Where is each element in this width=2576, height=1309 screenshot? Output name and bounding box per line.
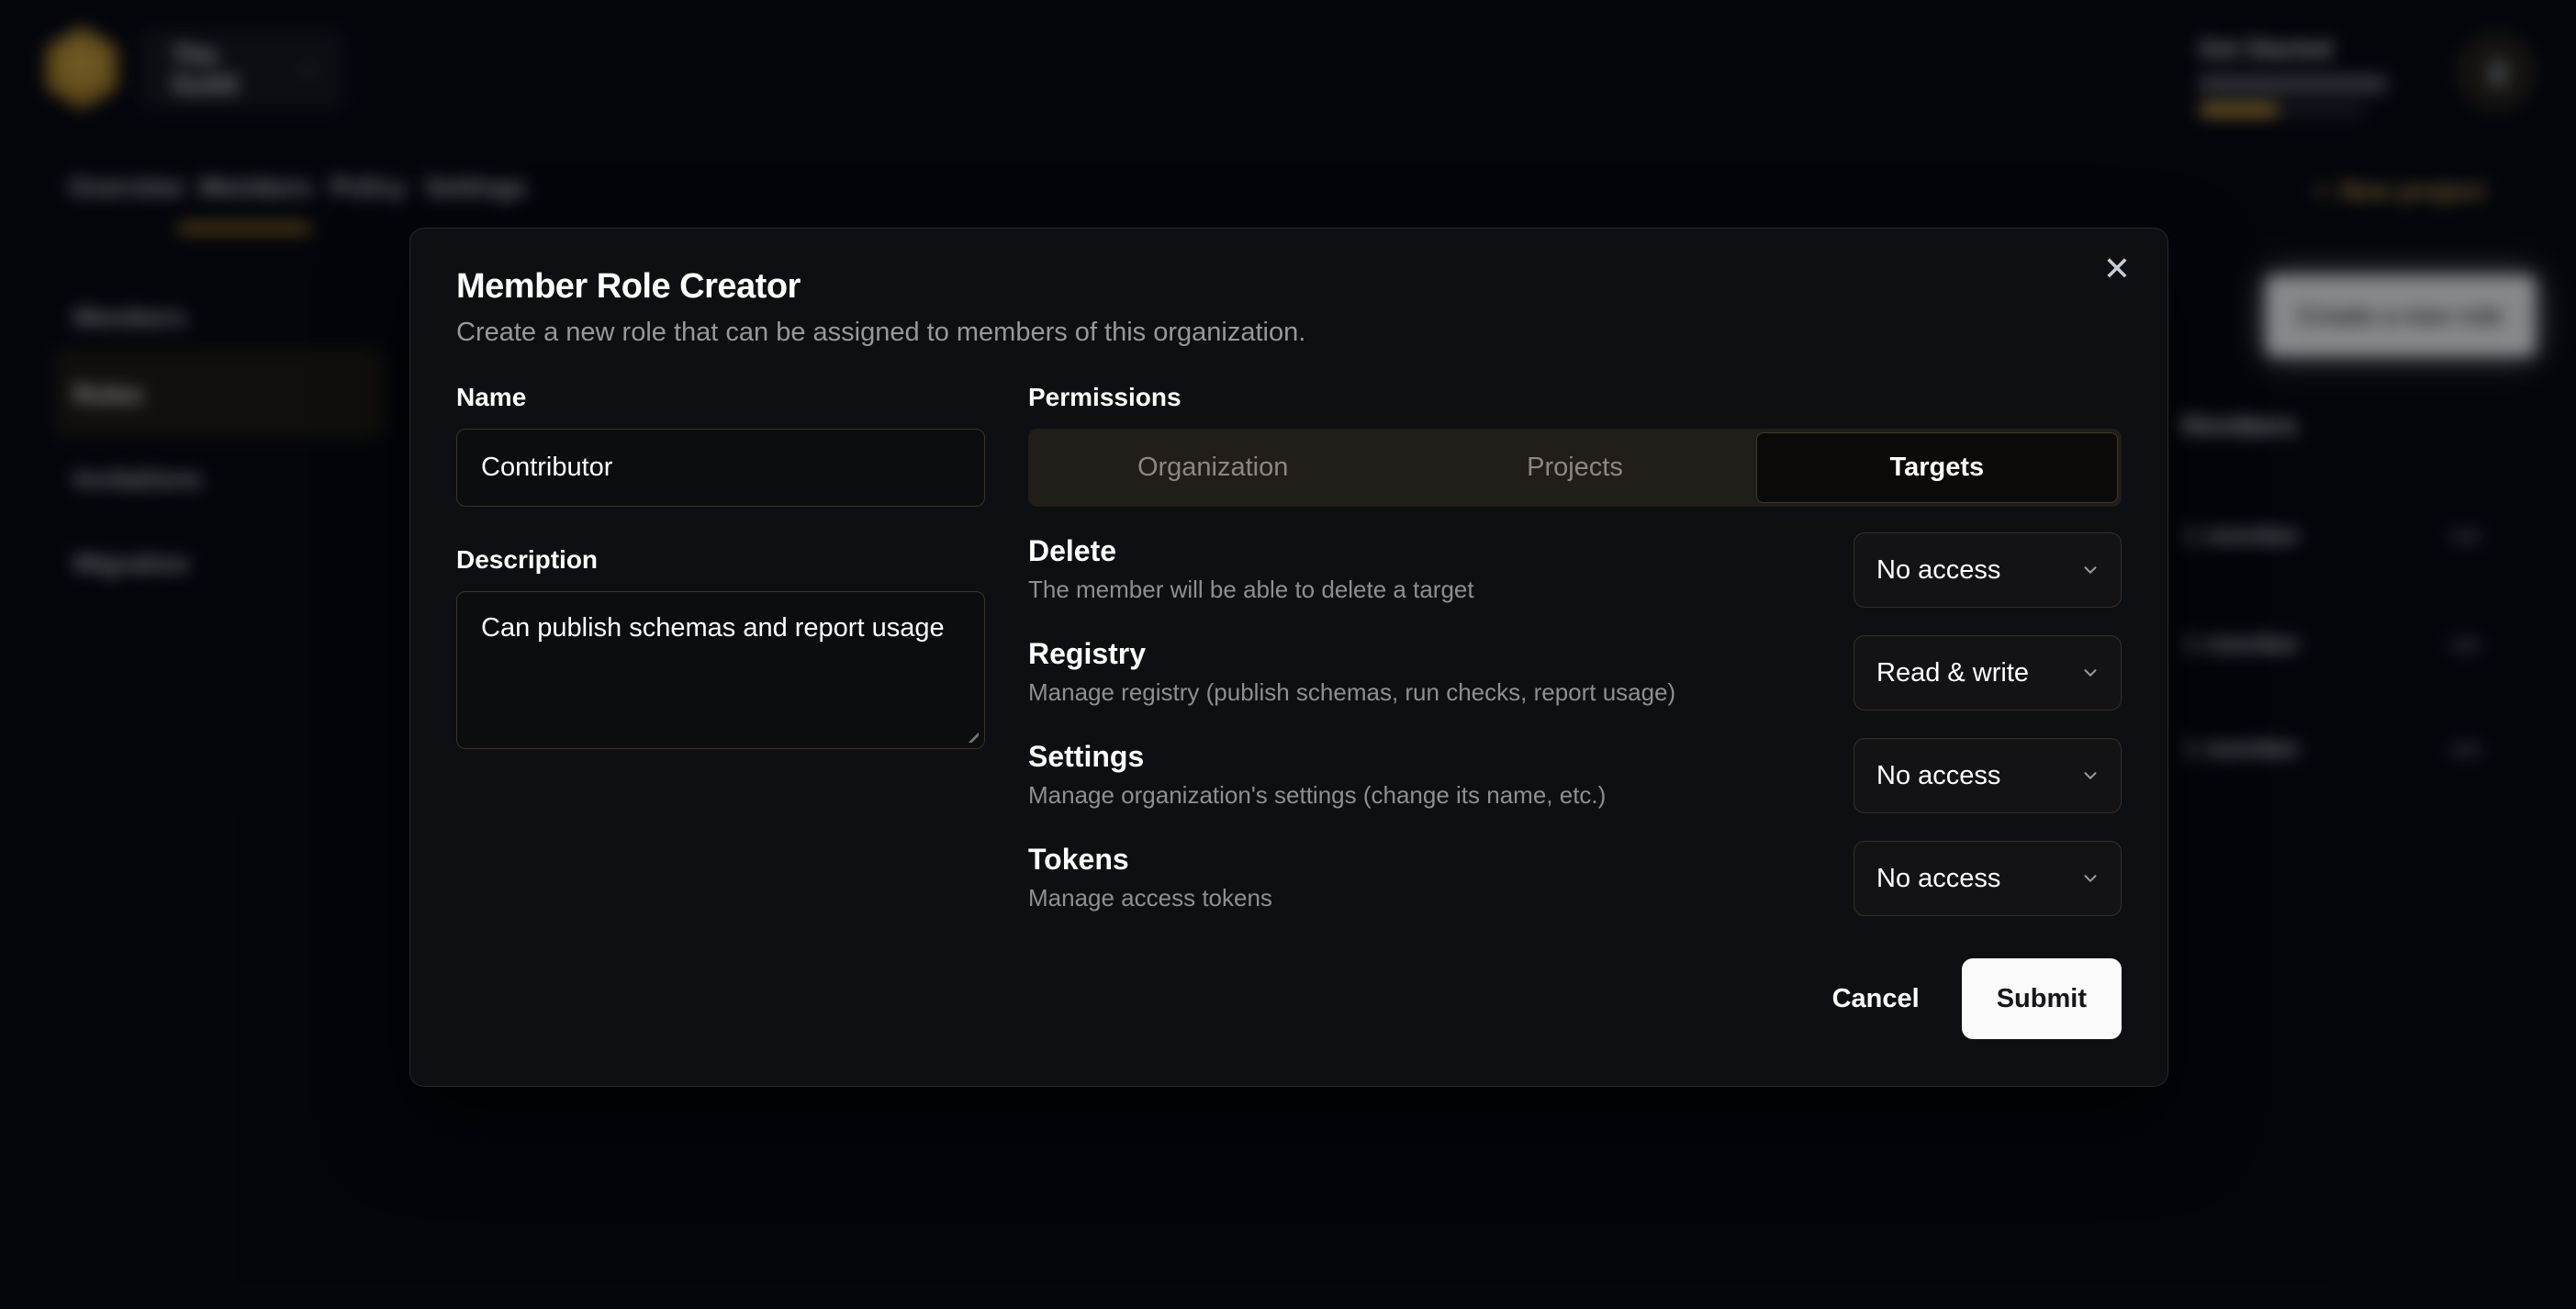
registry-access-select[interactable]: Read & write [1854, 635, 2122, 710]
selected-value: No access [1876, 761, 2000, 791]
submit-button[interactable]: Submit [1962, 958, 2122, 1039]
permission-description: Manage registry (publish schemas, run ch… [1028, 678, 1675, 707]
permission-description: Manage organization's settings (change i… [1028, 781, 1606, 810]
selected-value: Read & write [1876, 658, 2029, 688]
modal-title: Member Role Creator [456, 267, 2122, 307]
app-root: The Guild Get Started Overview Members P… [0, 0, 2576, 1309]
settings-access-select[interactable]: No access [1854, 738, 2122, 813]
permission-title: Settings [1028, 740, 1606, 774]
tab-organization[interactable]: Organization [1032, 432, 1394, 503]
permission-row-tokens: Tokens Manage access tokens No access [1028, 841, 2122, 916]
permission-title: Tokens [1028, 843, 1272, 877]
permission-row-settings: Settings Manage organization's settings … [1028, 738, 2122, 813]
cancel-button[interactable]: Cancel [1799, 958, 1953, 1039]
role-description-textarea[interactable]: Can publish schemas and report usage [456, 591, 985, 749]
role-name-input[interactable] [456, 429, 985, 507]
chevron-down-icon [2080, 560, 2100, 580]
permission-row-delete: Delete The member will be able to delete… [1028, 532, 2122, 608]
permissions-label: Permissions [1028, 383, 2122, 412]
tokens-access-select[interactable]: No access [1854, 841, 2122, 916]
permissions-tabgroup: Organization Projects Targets [1028, 429, 2122, 507]
modal-body: Name Description Can publish schemas and… [456, 383, 2122, 1039]
permission-row-registry: Registry Manage registry (publish schema… [1028, 635, 2122, 710]
modal-footer: Cancel Submit [1028, 958, 2122, 1039]
tab-projects[interactable]: Projects [1394, 432, 1755, 503]
modal-subtitle: Create a new role that can be assigned t… [456, 318, 2122, 348]
tab-targets[interactable]: Targets [1756, 432, 2118, 503]
permission-description: The member will be able to delete a targ… [1028, 576, 1474, 604]
selected-value: No access [1876, 555, 2000, 586]
chevron-down-icon [2080, 663, 2100, 683]
selected-value: No access [1876, 864, 2000, 894]
chevron-down-icon [2080, 766, 2100, 786]
delete-access-select[interactable]: No access [1854, 532, 2122, 608]
name-label: Name [456, 383, 985, 412]
chevron-down-icon [2080, 868, 2100, 889]
member-role-creator-modal: ✕ Member Role Creator Create a new role … [409, 228, 2168, 1087]
permission-description: Manage access tokens [1028, 884, 1272, 912]
permission-title: Delete [1028, 534, 1474, 568]
permission-title: Registry [1028, 637, 1675, 671]
close-icon[interactable]: ✕ [2103, 252, 2131, 285]
role-details-column: Name Description Can publish schemas and… [456, 383, 985, 1039]
description-label: Description [456, 545, 985, 575]
permissions-column: Permissions Organization Projects Target… [1028, 383, 2122, 1039]
